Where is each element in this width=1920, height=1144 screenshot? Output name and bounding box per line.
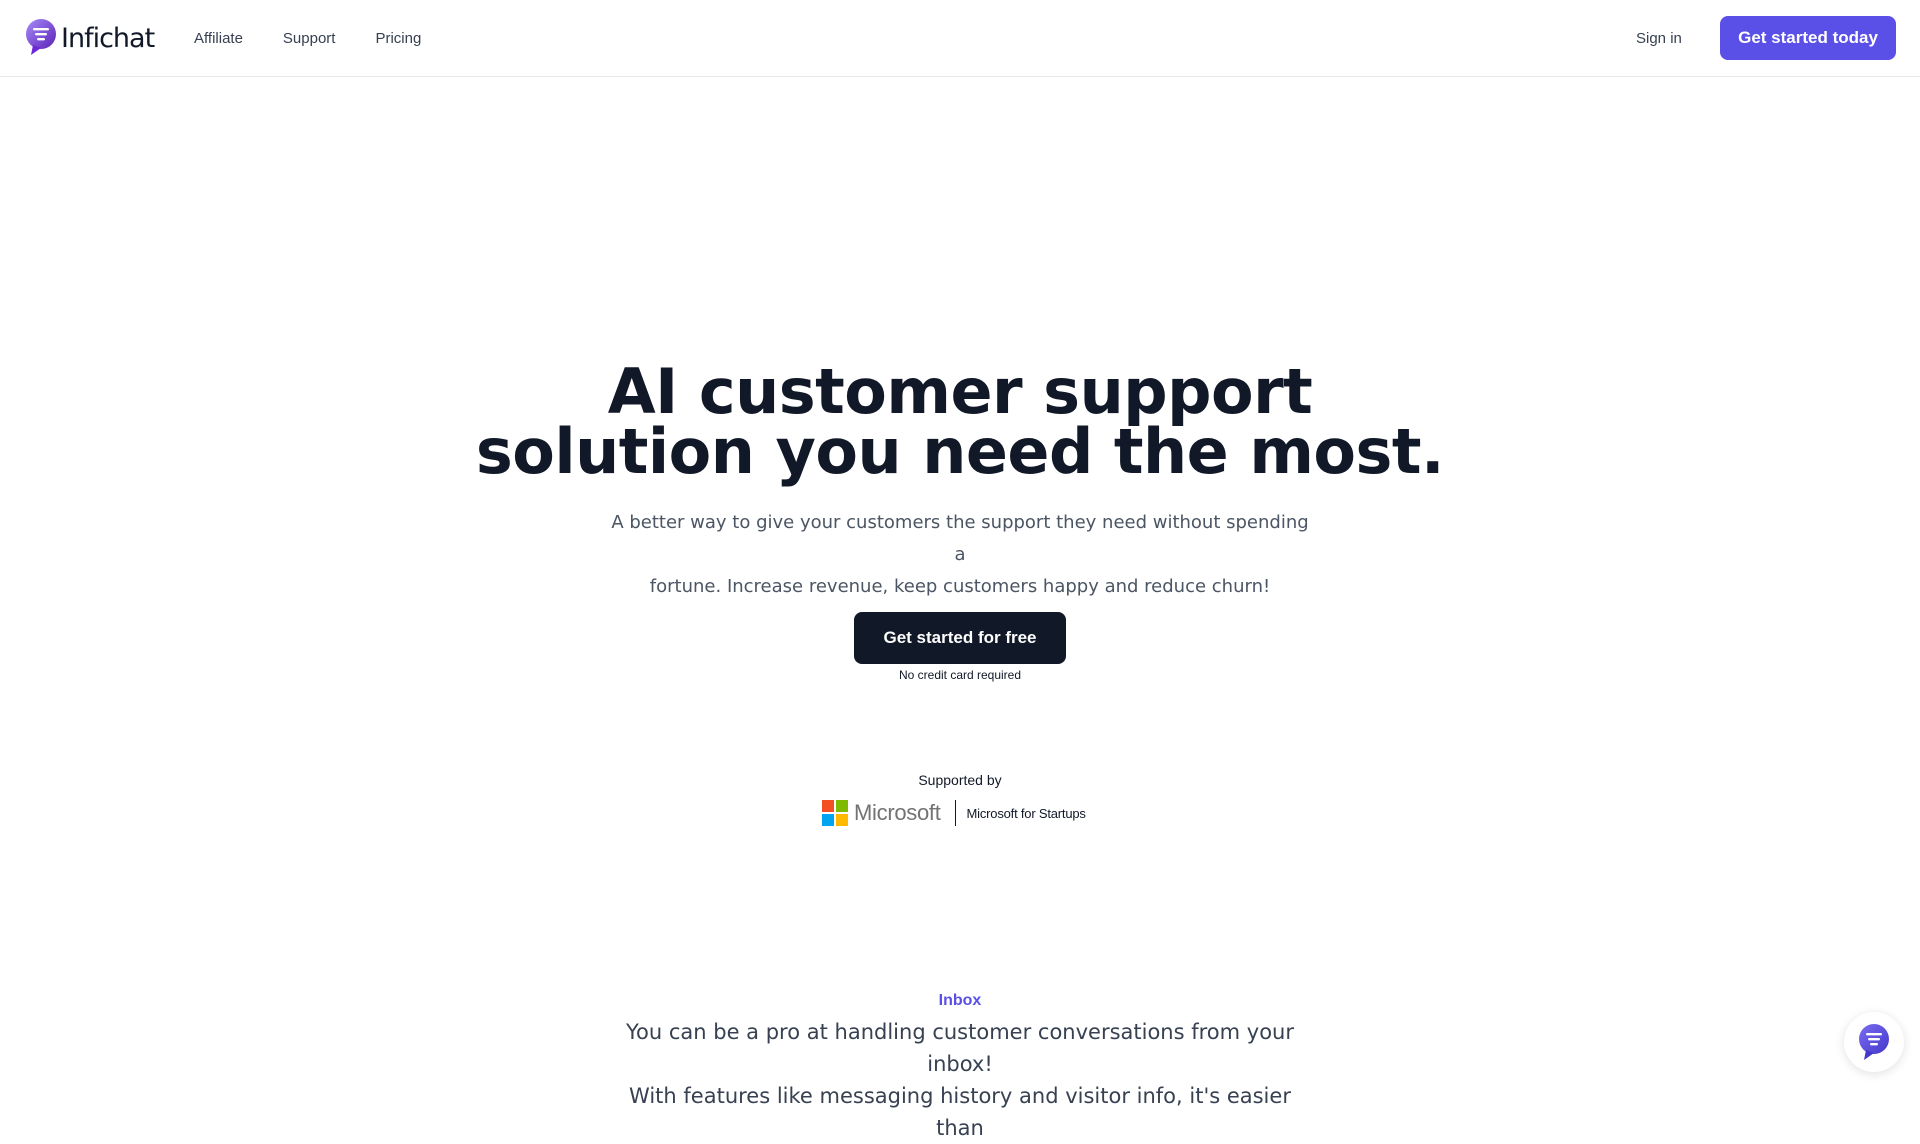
nav-link-support[interactable]: Support: [283, 30, 336, 47]
nav-link-affiliate[interactable]: Affiliate: [194, 30, 243, 47]
hero-subtitle-line-2: fortune. Increase revenue, keep customer…: [649, 576, 1271, 597]
microsoft-logo-icon: [822, 800, 848, 826]
ms-square-green: [836, 800, 848, 812]
microsoft-wordmark: Microsoft: [854, 800, 941, 825]
brand-logo[interactable]: Infichat: [25, 18, 155, 56]
no-credit-card-note: No credit card required: [898, 668, 1022, 682]
ms-square-blue: [822, 814, 834, 826]
inbox-description: You can be a pro at handling customer co…: [610, 1016, 1310, 1144]
main-nav: Affiliate Support Pricing: [194, 0, 421, 76]
sponsor-logos: Microsoft Microsoft for Startups: [822, 799, 1086, 827]
supported-by-label: Supported by: [918, 772, 1002, 788]
get-started-free-button[interactable]: Get started for free: [854, 612, 1066, 664]
ms-square-yellow: [836, 814, 848, 826]
inbox-description-line-2: With features like messaging history and…: [629, 1084, 1291, 1140]
hero-title: AI customer support solution you need th…: [460, 361, 1460, 483]
sign-in-link[interactable]: Sign in: [1636, 0, 1682, 76]
hero-subtitle-line-1: A better way to give your customers the …: [611, 512, 1309, 565]
brand-name: Infichat: [61, 22, 155, 54]
inbox-description-line-1: You can be a pro at handling customer co…: [625, 1020, 1294, 1076]
inbox-section-label: Inbox: [938, 992, 982, 1009]
hero-subtitle: A better way to give your customers the …: [610, 507, 1310, 603]
get-started-today-button[interactable]: Get started today: [1720, 16, 1896, 60]
chat-widget-button[interactable]: [1844, 1012, 1904, 1072]
sponsor-divider: [954, 800, 956, 826]
ms-square-red: [822, 800, 834, 812]
chat-bubble-icon: [1859, 1024, 1889, 1060]
hero-title-line-2: solution you need the most.: [475, 415, 1445, 488]
site-header: Infichat Affiliate Support Pricing Sign …: [0, 0, 1920, 77]
microsoft-for-startups-wordmark: Microsoft for Startups: [966, 805, 1086, 821]
nav-link-pricing[interactable]: Pricing: [375, 30, 421, 47]
infichat-logo-icon: [26, 19, 56, 55]
